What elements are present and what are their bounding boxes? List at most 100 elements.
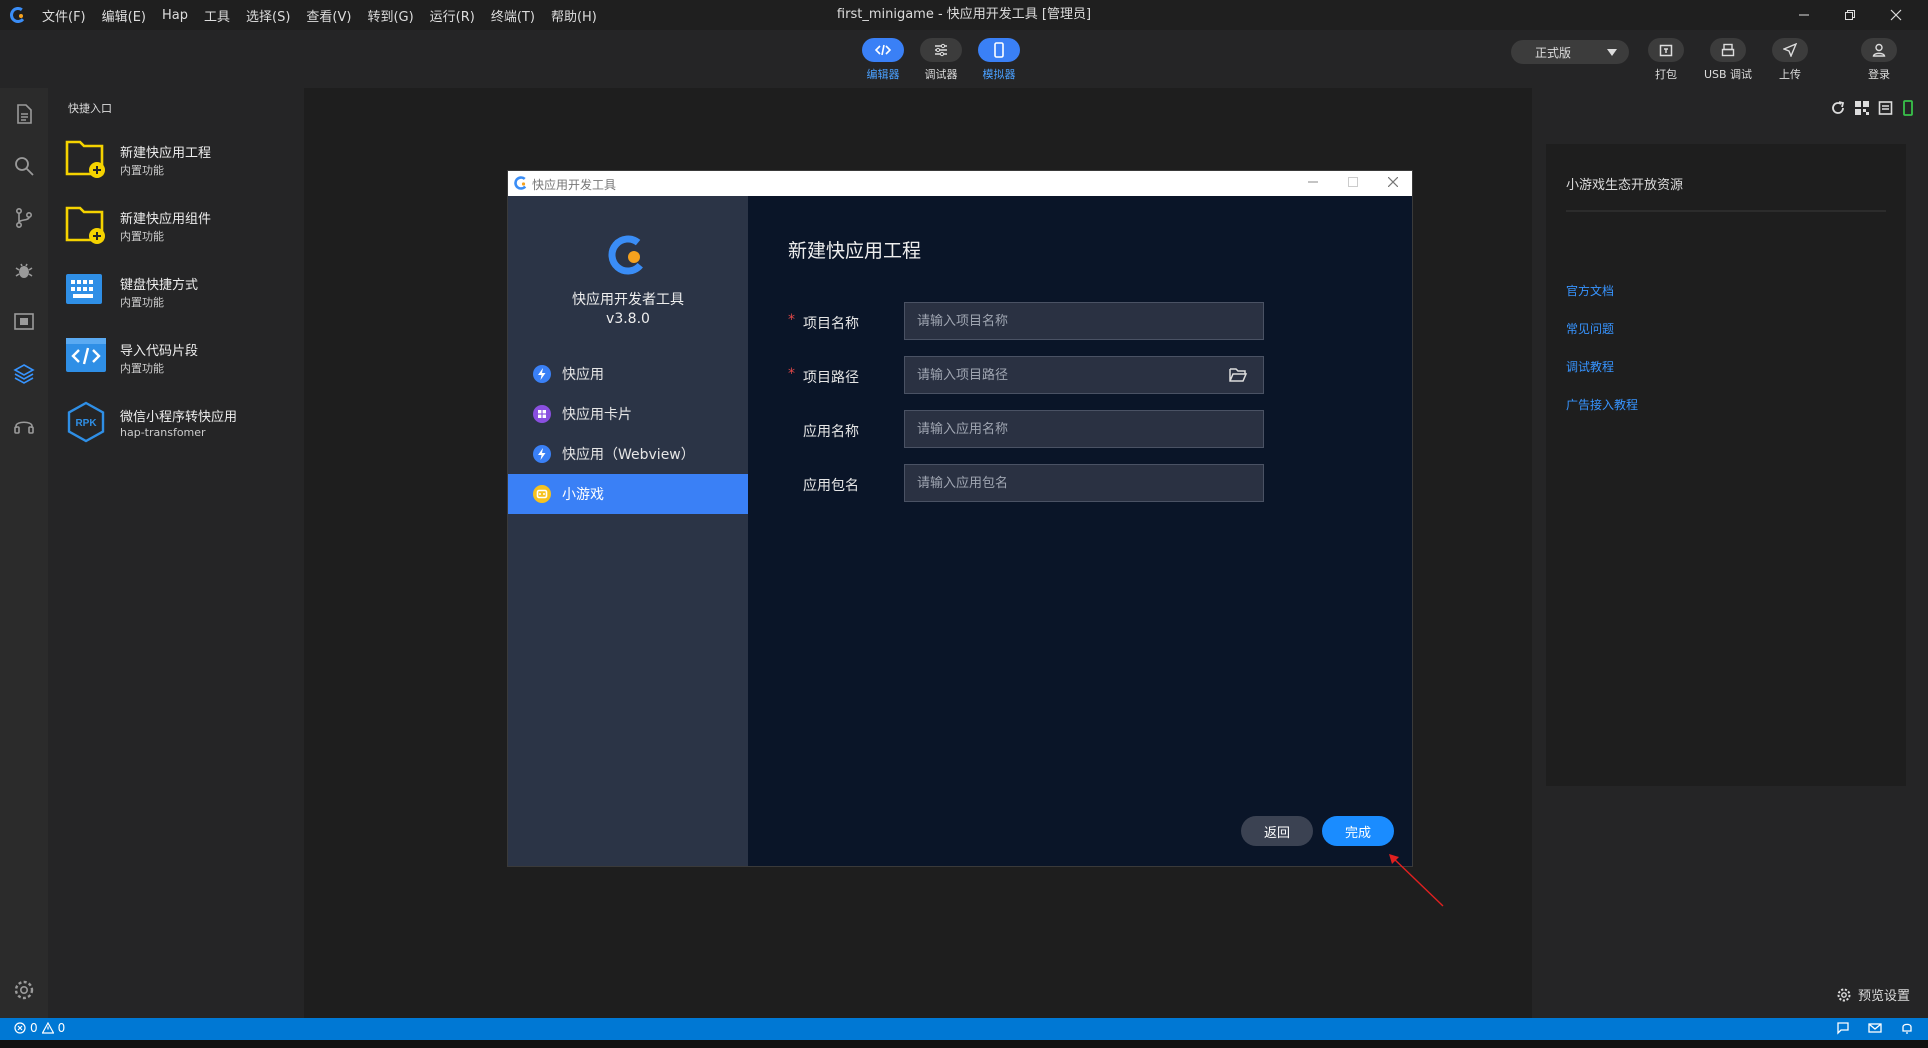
link-official-docs[interactable]: 官方文档 xyxy=(1566,282,1614,299)
upload-pill xyxy=(1772,38,1808,62)
dialog-close-button[interactable] xyxy=(1378,173,1408,193)
usb-debug-label: USB 调试 xyxy=(1703,68,1753,81)
form-row-package-name: 应用包名 xyxy=(788,464,1288,502)
menu-hap[interactable]: Hap xyxy=(162,8,188,23)
menu-goto[interactable]: 转到(G) xyxy=(367,6,413,25)
package-label: 打包 xyxy=(1655,68,1677,81)
mode-debugger-pill xyxy=(920,38,962,62)
phone-icon xyxy=(994,42,1004,58)
restore-button[interactable] xyxy=(1827,0,1873,30)
field-label: 应用包名 xyxy=(803,478,859,494)
usb-debug-button[interactable]: USB 调试 xyxy=(1698,38,1758,82)
problems-indicator[interactable]: 0 0 xyxy=(14,1021,65,1035)
title-bar: 文件(F) 编辑(E) Hap 工具 选择(S) 查看(V) 转到(G) 运行(… xyxy=(0,0,1928,30)
shortcut-subtitle: 内置功能 xyxy=(120,164,164,177)
shortcut-new-component[interactable]: 新建快应用组件 内置功能 xyxy=(64,198,294,254)
explorer-file-icon[interactable] xyxy=(12,102,36,126)
device-list-icon[interactable] xyxy=(1878,100,1894,116)
dialog-title-bar: 快应用开发工具 xyxy=(508,171,1412,196)
close-window-button[interactable] xyxy=(1873,0,1919,30)
menu-tools[interactable]: 工具 xyxy=(204,6,230,25)
nav-mini-game[interactable]: 小游戏 xyxy=(508,474,748,514)
mode-debugger-label: 调试器 xyxy=(924,68,958,81)
link-faq[interactable]: 常见问题 xyxy=(1566,320,1614,337)
phone-status-icon[interactable] xyxy=(1902,100,1914,116)
app-name-input[interactable] xyxy=(904,410,1264,448)
warning-icon xyxy=(41,1022,54,1034)
menu-terminal[interactable]: 终端(T) xyxy=(491,6,535,25)
shortcut-wechat-transform[interactable]: RPK 微信小程序转快应用 hap-transfomer xyxy=(64,396,294,452)
brand-version: v3.8.0 xyxy=(606,311,650,327)
env-select[interactable]: 正式版 xyxy=(1511,40,1629,64)
preview-settings-button[interactable]: 预览设置 xyxy=(1836,985,1910,1004)
remote-explorer-icon[interactable] xyxy=(12,310,36,334)
menu-selection[interactable]: 选择(S) xyxy=(246,6,290,25)
annotation-arrow-icon xyxy=(1389,854,1444,907)
nav-quick-app-webview[interactable]: 快应用（Webview） xyxy=(508,434,748,474)
menu-run[interactable]: 运行(R) xyxy=(430,6,475,25)
login-label: 登录 xyxy=(1868,68,1890,81)
minimize-button[interactable] xyxy=(1781,0,1827,30)
mode-debugger[interactable]: 调试器 xyxy=(916,38,966,82)
minimize-icon xyxy=(1799,14,1809,16)
shortcut-subtitle: 内置功能 xyxy=(120,362,164,375)
error-icon xyxy=(14,1022,26,1034)
project-path-input[interactable] xyxy=(904,356,1264,394)
notification-bell-icon[interactable] xyxy=(1900,1021,1914,1035)
rpk-icon: RPK xyxy=(67,401,105,443)
new-project-folder-icon xyxy=(65,140,105,178)
search-icon[interactable] xyxy=(12,154,36,178)
back-button[interactable]: 返回 xyxy=(1241,816,1313,846)
menu-edit[interactable]: 编辑(E) xyxy=(102,6,146,25)
form-row-app-name: 应用名称 xyxy=(788,410,1288,448)
nav-label: 快应用（Webview） xyxy=(562,447,695,463)
dialog-maximize-button[interactable] xyxy=(1338,173,1368,193)
nav-quick-app[interactable]: 快应用 xyxy=(508,354,748,394)
shortcut-code-snippet[interactable]: 导入代码片段 内置功能 xyxy=(64,330,294,386)
status-right-icons xyxy=(1836,1021,1914,1035)
project-name-input[interactable] xyxy=(904,302,1264,340)
link-debug-tutorial[interactable]: 调试教程 xyxy=(1566,358,1614,375)
mode-editor[interactable]: 编辑器 xyxy=(858,38,908,82)
dialog-content: 新建快应用工程 * 项目名称 * 项目路径 应用名称 应用包名 返回 完成 xyxy=(748,196,1412,866)
gear-icon xyxy=(1837,988,1851,1001)
upload-button[interactable]: 上传 xyxy=(1760,38,1820,82)
feedback-icon[interactable] xyxy=(1836,1021,1850,1035)
error-count: 0 xyxy=(30,1021,38,1035)
dialog-minimize-button[interactable] xyxy=(1298,173,1328,193)
menu-view[interactable]: 查看(V) xyxy=(306,6,351,25)
login-button[interactable]: 登录 xyxy=(1849,38,1909,82)
mode-simulator[interactable]: 模拟器 xyxy=(974,38,1024,82)
qrcode-icon[interactable] xyxy=(1854,100,1870,116)
nav-quick-app-card[interactable]: 快应用卡片 xyxy=(508,394,748,434)
restore-icon xyxy=(1845,10,1855,20)
dialog-sidebar: 快应用开发者工具 v3.8.0 快应用 快应用卡片 快应用（Webview） 小… xyxy=(508,196,748,866)
menu-file[interactable]: 文件(F) xyxy=(42,6,86,25)
support-headset-icon[interactable] xyxy=(12,414,36,438)
package-button[interactable]: 打包 xyxy=(1636,38,1696,82)
upload-label: 上传 xyxy=(1779,68,1801,81)
settings-gear-icon[interactable] xyxy=(12,978,36,1002)
shortcut-new-project[interactable]: 新建快应用工程 内置功能 xyxy=(64,132,294,188)
debug-bug-icon[interactable] xyxy=(12,258,36,282)
layers-icon[interactable] xyxy=(12,362,36,386)
package-name-input[interactable] xyxy=(904,464,1264,502)
menu-help[interactable]: 帮助(H) xyxy=(551,6,597,25)
send-icon xyxy=(1783,43,1797,57)
folder-open-icon[interactable] xyxy=(1228,365,1248,385)
mail-icon[interactable] xyxy=(1868,1021,1882,1035)
refresh-icon[interactable] xyxy=(1830,100,1846,116)
nav-label: 快应用卡片 xyxy=(562,407,632,423)
keyboard-icon xyxy=(66,274,102,304)
svg-text:RPK: RPK xyxy=(75,418,97,429)
finish-button[interactable]: 完成 xyxy=(1322,816,1394,846)
nav-label: 小游戏 xyxy=(562,487,604,503)
shortcut-keyboard[interactable]: 键盘快捷方式 内置功能 xyxy=(64,264,294,320)
app-logo-icon xyxy=(514,176,528,190)
preview-settings-label: 预览设置 xyxy=(1857,989,1910,1004)
link-ad-tutorial[interactable]: 广告接入教程 xyxy=(1566,396,1638,413)
resource-card: 小游戏生态开放资源 官方文档 常见问题 调试教程 广告接入教程 xyxy=(1546,144,1906,786)
warning-count: 0 xyxy=(57,1021,66,1035)
maximize-icon xyxy=(1348,177,1358,187)
source-control-icon[interactable] xyxy=(12,206,36,230)
